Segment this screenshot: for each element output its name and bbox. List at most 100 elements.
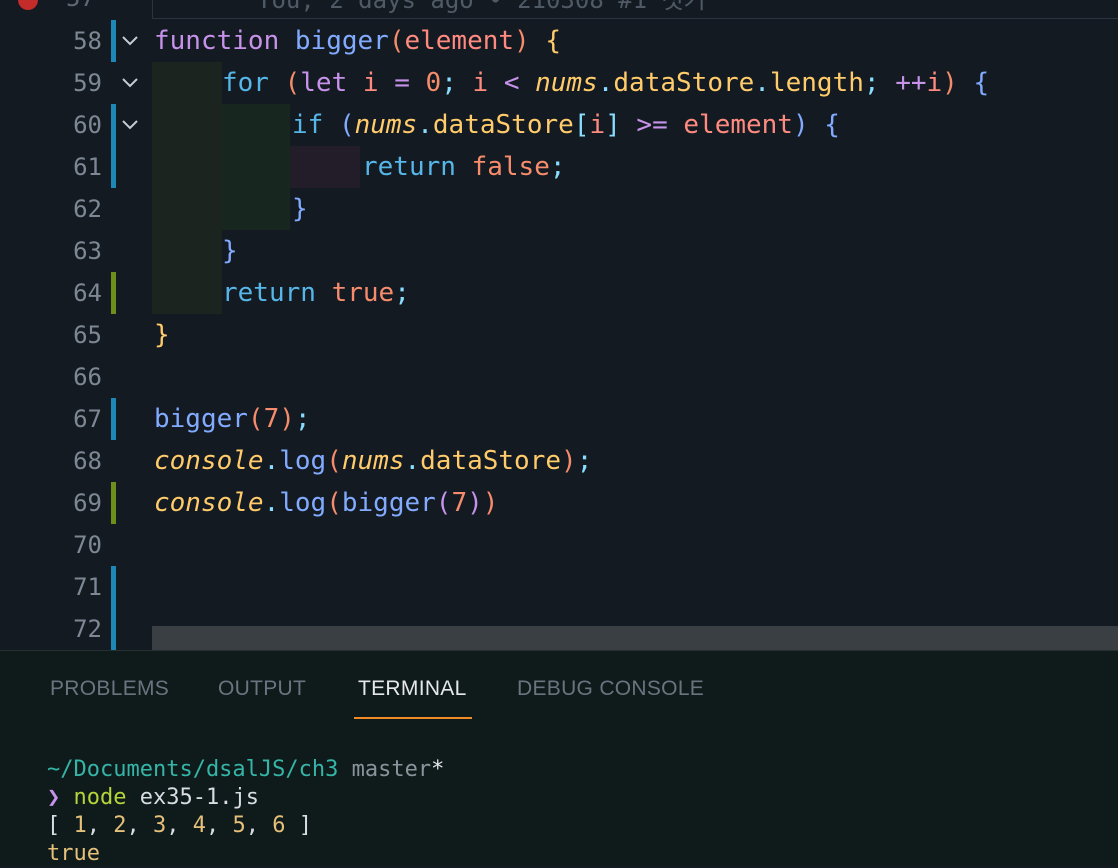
git-modified-marker[interactable] bbox=[111, 608, 116, 650]
object: console bbox=[154, 488, 264, 518]
git-modified-marker[interactable] bbox=[111, 566, 116, 608]
code-line-65[interactable]: } bbox=[154, 314, 170, 356]
code-line-61[interactable]: return false; bbox=[362, 146, 566, 188]
line-number[interactable]: 62 bbox=[48, 188, 102, 230]
punct: [ bbox=[573, 110, 590, 140]
sticky-scroll-header[interactable]: You, 2 days ago • 210308 #1 첫커 bbox=[152, 0, 1118, 19]
git-modified-marker[interactable] bbox=[111, 104, 116, 146]
tab-debug-console[interactable]: DEBUG CONSOLE bbox=[517, 677, 704, 701]
variable: i bbox=[472, 68, 489, 98]
variable: i bbox=[589, 110, 606, 140]
line-number[interactable]: 65 bbox=[48, 314, 102, 356]
object: nums bbox=[341, 446, 405, 476]
boolean: false bbox=[471, 152, 550, 182]
terminal-arg: ex35-1.js bbox=[139, 785, 259, 810]
function-name: bigger bbox=[341, 488, 436, 518]
punct: . bbox=[754, 68, 770, 98]
punct: ; bbox=[294, 404, 311, 434]
paren: ( bbox=[388, 26, 405, 56]
breakpoint-icon[interactable] bbox=[18, 0, 38, 10]
gutter-row: 70 bbox=[0, 524, 1118, 566]
git-modified-marker[interactable] bbox=[111, 146, 116, 188]
tab-output[interactable]: OUTPUT bbox=[218, 677, 306, 701]
property: dataStore bbox=[432, 110, 574, 140]
paren: ) bbox=[467, 488, 483, 518]
line-number[interactable]: 64 bbox=[48, 272, 102, 314]
line-number[interactable]: 61 bbox=[48, 146, 102, 188]
array-value: 2 bbox=[113, 813, 127, 838]
paren: ( bbox=[284, 68, 301, 98]
number: 0 bbox=[425, 68, 442, 98]
function-name: bigger bbox=[154, 404, 248, 434]
code-line-58[interactable]: function bigger(element) { bbox=[154, 20, 561, 62]
object: nums bbox=[535, 68, 598, 98]
tab-terminal[interactable]: TERMINAL bbox=[358, 677, 467, 701]
chevron-down-icon[interactable] bbox=[118, 62, 140, 104]
line-number[interactable]: 66 bbox=[48, 356, 102, 398]
bottom-panel: PROBLEMS OUTPUT TERMINAL DEBUG CONSOLE ~… bbox=[0, 650, 1118, 868]
git-modified-marker[interactable] bbox=[111, 398, 116, 440]
punct: . bbox=[404, 446, 421, 476]
code-line-60[interactable]: if (nums.dataStore[i] >= element) { bbox=[292, 104, 840, 146]
array-value: 3 bbox=[153, 813, 167, 838]
git-added-marker[interactable] bbox=[111, 272, 116, 314]
paren: ) bbox=[514, 26, 530, 56]
git-added-marker[interactable] bbox=[111, 482, 116, 524]
code-line-68[interactable]: console.log(nums.dataStore); bbox=[154, 440, 592, 482]
line-number[interactable]: 60 bbox=[48, 104, 102, 146]
property: dataStore bbox=[613, 68, 755, 98]
terminal-line: ~/Documents/dsalJS/ch3 master* bbox=[47, 756, 444, 784]
code-line-62[interactable]: } bbox=[292, 188, 308, 230]
operator: = bbox=[394, 68, 410, 98]
code-line-59[interactable]: for (let i = 0; i < nums.dataStore.lengt… bbox=[222, 62, 989, 104]
property: length bbox=[769, 68, 864, 98]
tab-problems[interactable]: PROBLEMS bbox=[50, 677, 169, 701]
gutter-row: 62 bbox=[0, 188, 1118, 230]
line-number[interactable]: 72 bbox=[48, 608, 102, 650]
variable: i bbox=[362, 68, 379, 98]
code-line-64[interactable]: return true; bbox=[222, 272, 410, 314]
line-number[interactable]: 59 bbox=[48, 62, 102, 104]
keyword: let bbox=[300, 68, 348, 98]
keyword: if bbox=[292, 110, 324, 140]
horizontal-scrollbar[interactable] bbox=[152, 626, 1118, 650]
line-number[interactable]: 70 bbox=[48, 524, 102, 566]
operator: < bbox=[503, 68, 520, 98]
git-modified-marker[interactable] bbox=[111, 20, 116, 62]
keyword: return bbox=[362, 152, 456, 182]
method: log bbox=[279, 488, 327, 518]
function-name: bigger bbox=[294, 26, 389, 56]
code-editor[interactable]: 57 You, 2 days ago • 210308 #1 첫커 585960… bbox=[0, 0, 1118, 650]
line-number[interactable]: 68 bbox=[48, 440, 102, 482]
chevron-down-icon[interactable] bbox=[118, 104, 140, 146]
paren: ) bbox=[279, 404, 295, 434]
line-number[interactable]: 69 bbox=[48, 482, 102, 524]
paren: ) bbox=[792, 110, 809, 140]
line-number: 57 bbox=[66, 0, 95, 16]
line-number[interactable]: 63 bbox=[48, 230, 102, 272]
code-line-63[interactable]: } bbox=[222, 230, 238, 272]
chevron-down-icon[interactable] bbox=[118, 20, 140, 62]
array-sep: , bbox=[86, 813, 100, 838]
terminal-line: [ 1, 2, 3, 4, 5, 6 ] bbox=[47, 812, 444, 840]
terminal-output[interactable]: ~/Documents/dsalJS/ch3 master* ❯ node ex3… bbox=[47, 756, 444, 868]
terminal-path: ~/Documents/dsalJS/ch3 bbox=[47, 757, 339, 782]
gutter-row: 71 bbox=[0, 566, 1118, 608]
brace: } bbox=[292, 194, 308, 224]
code-line-69[interactable]: console.log(bigger(7)) bbox=[154, 482, 498, 524]
prompt-icon: ❯ bbox=[47, 785, 61, 810]
line-number[interactable]: 67 bbox=[48, 398, 102, 440]
variable: i bbox=[926, 68, 943, 98]
line-number[interactable]: 58 bbox=[48, 20, 102, 62]
paren: ( bbox=[326, 488, 342, 518]
panel-tabs: PROBLEMS OUTPUT TERMINAL DEBUG CONSOLE bbox=[0, 651, 1118, 721]
code-line-67[interactable]: bigger(7); bbox=[154, 398, 311, 440]
paren: ) bbox=[561, 446, 577, 476]
git-blame-annotation: You, 2 days ago • 210308 #1 첫커 bbox=[257, 0, 706, 14]
paren: ) bbox=[942, 68, 958, 98]
gutter-row: 66 bbox=[0, 356, 1118, 398]
line-number[interactable]: 71 bbox=[48, 566, 102, 608]
operator: ++ bbox=[895, 68, 927, 98]
punct: . bbox=[417, 110, 433, 140]
paren: ( bbox=[247, 404, 264, 434]
